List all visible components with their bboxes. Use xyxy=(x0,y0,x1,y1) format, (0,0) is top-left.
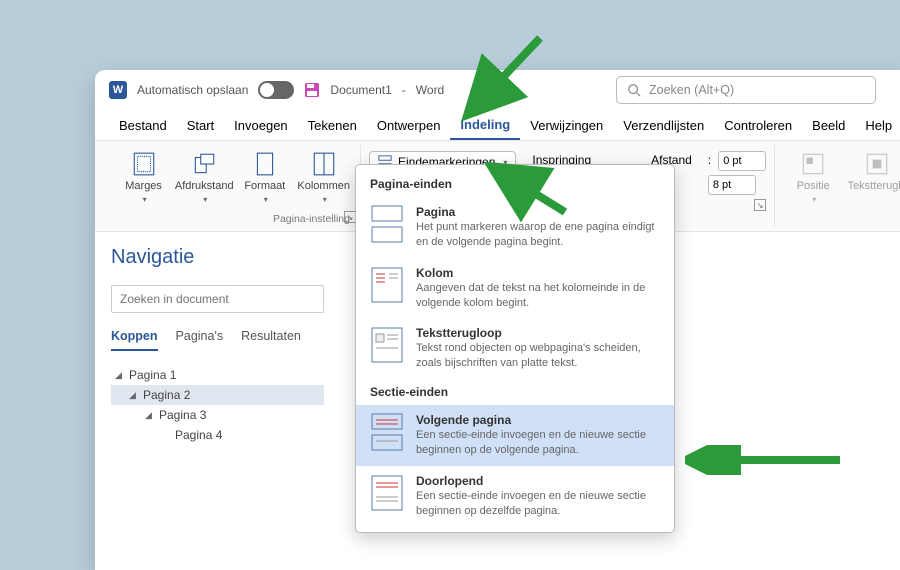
spacing-controls: : ↘ xyxy=(700,145,774,227)
tab-tekenen[interactable]: Tekenen xyxy=(298,110,367,140)
chevron-down-icon: ▾ xyxy=(143,195,147,204)
nav-search-input[interactable] xyxy=(111,285,324,313)
tree-item[interactable]: ◢Pagina 2 xyxy=(111,385,324,405)
dd-item-kolom[interactable]: KolomAangeven dat de tekst na het kolome… xyxy=(356,258,674,319)
columns-icon xyxy=(311,151,337,177)
spacing-after-input[interactable] xyxy=(708,175,756,195)
word-app-icon: W xyxy=(109,81,127,99)
collapse-icon: ◢ xyxy=(129,390,139,401)
navigation-title: Navigatie xyxy=(111,246,324,269)
size-icon xyxy=(252,151,278,177)
nav-tab-koppen[interactable]: Koppen xyxy=(111,329,158,351)
spacing-before[interactable]: : xyxy=(708,151,766,171)
collapse-icon: ◢ xyxy=(115,370,125,381)
dd-item-tekstterugloop[interactable]: TekstterugloopTekst rond objecten op web… xyxy=(356,318,674,379)
page-break-icon xyxy=(370,205,404,243)
nav-tab-paginas[interactable]: Pagina's xyxy=(176,329,224,351)
tab-beeld[interactable]: Beeld xyxy=(802,110,855,140)
marges-button[interactable]: Marges▾ xyxy=(117,147,170,225)
spacing-after[interactable] xyxy=(708,175,766,195)
dd-item-volgende-pagina[interactable]: Volgende paginaEen sectie-einde invoegen… xyxy=(356,405,674,466)
tab-ontwerpen[interactable]: Ontwerpen xyxy=(367,110,451,140)
nav-tabs: Koppen Pagina's Resultaten xyxy=(111,329,324,351)
tab-help[interactable]: Help xyxy=(855,110,900,140)
chevron-down-icon: ▾ xyxy=(812,195,816,204)
save-icon[interactable] xyxy=(304,82,320,98)
search-icon xyxy=(627,83,641,97)
group-label: Pagina-instelling xyxy=(273,213,354,225)
search-box[interactable]: Zoeken (Alt+Q) xyxy=(616,76,876,104)
spacing-before-input[interactable] xyxy=(718,151,766,171)
tab-bestand[interactable]: Bestand xyxy=(109,110,177,140)
tab-verzendlijsten[interactable]: Verzendlijsten xyxy=(613,110,714,140)
autosave-label: Automatisch opslaan xyxy=(137,83,248,97)
title-separator: - xyxy=(402,83,406,97)
collapse-icon: ◢ xyxy=(145,410,155,421)
chevron-down-icon: ▾ xyxy=(203,195,207,204)
tree-item[interactable]: Pagina 4 xyxy=(111,425,324,445)
tree-item[interactable]: ◢Pagina 1 xyxy=(111,365,324,385)
annotation-arrow xyxy=(485,162,575,222)
group-page-setup: Marges▾ Afdrukstand▾ Formaat▾ Kolommen▾ … xyxy=(109,145,361,227)
continuous-section-icon xyxy=(370,474,404,512)
chevron-down-icon: ▾ xyxy=(264,195,268,204)
wrap-text-icon xyxy=(864,151,890,177)
dd-item-doorlopend[interactable]: DoorlopendEen sectie-einde invoegen en d… xyxy=(356,466,674,527)
dd-section-header: Sectie-einden xyxy=(356,379,674,405)
annotation-arrow xyxy=(685,445,845,475)
headings-tree: ◢Pagina 1 ◢Pagina 2 ◢Pagina 3 Pagina 4 xyxy=(111,365,324,445)
nav-tab-resultaten[interactable]: Resultaten xyxy=(241,329,301,351)
column-break-icon xyxy=(370,266,404,304)
search-placeholder: Zoeken (Alt+Q) xyxy=(649,83,734,97)
position-icon xyxy=(800,151,826,177)
chevron-down-icon: ▾ xyxy=(323,195,327,204)
orientation-icon xyxy=(191,151,217,177)
margins-icon xyxy=(131,151,157,177)
tab-invoegen[interactable]: Invoegen xyxy=(224,110,298,140)
tekstterugloop-button[interactable]: Tekstteruglo xyxy=(847,147,900,225)
dialog-launcher-icon[interactable]: ↘ xyxy=(754,199,766,211)
afdrukstand-button[interactable]: Afdrukstand▾ xyxy=(174,147,234,225)
tree-item[interactable]: ◢Pagina 3 xyxy=(111,405,324,425)
positie-button[interactable]: Positie▾ xyxy=(783,147,843,225)
app-name: Word xyxy=(416,83,444,97)
group-arrange: Positie▾ Tekstteruglo xyxy=(774,145,900,227)
next-page-section-icon xyxy=(370,413,404,451)
text-wrap-break-icon xyxy=(370,326,404,364)
tab-start[interactable]: Start xyxy=(177,110,224,140)
document-name: Document1 xyxy=(330,83,391,97)
annotation-arrow xyxy=(460,32,550,122)
tab-controleren[interactable]: Controleren xyxy=(714,110,802,140)
autosave-toggle[interactable] xyxy=(258,81,294,99)
navigation-pane: Navigatie Koppen Pagina's Resultaten ◢Pa… xyxy=(95,232,340,570)
